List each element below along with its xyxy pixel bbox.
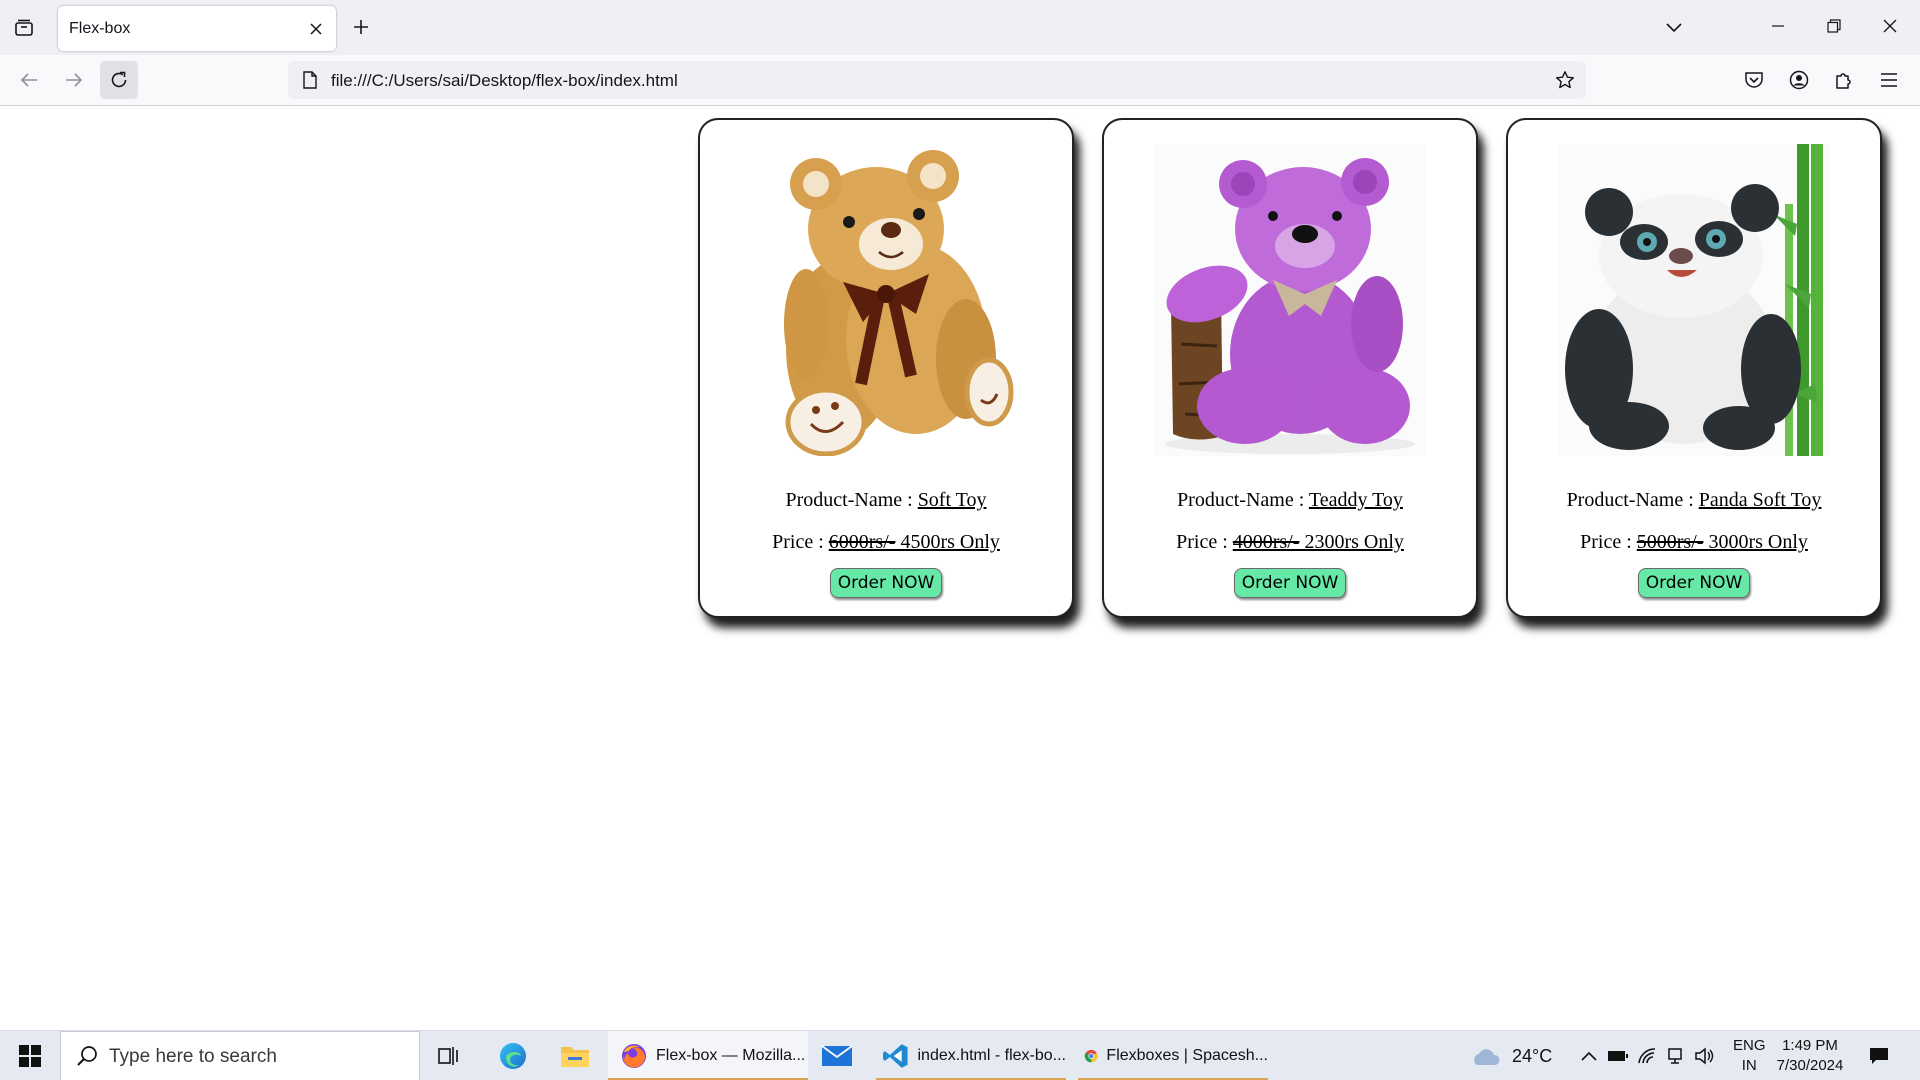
pocket-icon[interactable] (1739, 65, 1769, 95)
tab-list-icon[interactable] (8, 12, 40, 44)
taskbar-app-label: Flex-box — Mozilla... (656, 1047, 806, 1064)
taskbar-search-box[interactable]: Type here to search (60, 1031, 420, 1080)
forward-arrow-icon[interactable] (55, 61, 93, 99)
new-price: 4500rs Only (895, 531, 1000, 553)
product-price: Price : 4000rs/- 2300rs Only (1176, 531, 1404, 553)
taskbar-app-firefox[interactable]: Flex-box — Mozilla... (608, 1031, 808, 1080)
minimize-icon[interactable] (1756, 8, 1800, 44)
tab-strip: Flex-box (0, 0, 1920, 55)
task-view-icon[interactable] (420, 1031, 478, 1080)
product-name: Product-Name : Soft Toy (785, 489, 987, 511)
system-clock[interactable]: 1:49 PM 7/30/2024 (1774, 1036, 1846, 1076)
product-card: Product-Name : Soft Toy Price : 6000rs/-… (698, 118, 1074, 618)
edge-icon[interactable] (484, 1031, 542, 1080)
url-text: file:///C:/Users/sai/Desktop/flex-box/in… (331, 71, 678, 90)
page-content: Product-Name : Soft Toy Price : 6000rs/-… (0, 106, 1920, 1030)
search-icon (75, 1044, 99, 1068)
new-price: 3000rs Only (1703, 531, 1808, 553)
purple-teddy-bear-image (1155, 144, 1425, 456)
product-name: Product-Name : Panda Soft Toy (1566, 489, 1822, 511)
old-price: 6000rs/- (828, 531, 896, 553)
weather-temperature[interactable]: 24°C (1512, 1046, 1552, 1067)
close-window-icon[interactable] (1868, 8, 1912, 44)
close-icon[interactable] (304, 17, 328, 41)
chevron-down-icon[interactable] (1658, 12, 1690, 44)
browser-tab[interactable]: Flex-box (58, 6, 336, 51)
product-name-link[interactable]: Teaddy Toy (1309, 489, 1403, 511)
product-price: Price : 6000rs/- 4500rs Only (772, 531, 1000, 553)
clock-date: 7/30/2024 (1776, 1057, 1844, 1074)
reload-icon[interactable] (100, 61, 138, 99)
battery-icon[interactable] (1605, 1044, 1631, 1068)
file-explorer-icon[interactable] (546, 1031, 604, 1080)
network-icon[interactable] (1663, 1044, 1689, 1068)
account-icon[interactable] (1784, 65, 1814, 95)
clock-time: 1:49 PM (1782, 1037, 1838, 1054)
taskbar-app-chrome[interactable]: Flexboxes | Spacesh... (1078, 1031, 1268, 1080)
back-arrow-icon[interactable] (10, 61, 48, 99)
product-name-link[interactable]: Panda Soft Toy (1699, 489, 1822, 511)
language-indicator[interactable]: ENG IN (1733, 1036, 1766, 1076)
taskbar-app-label: index.html - flex-bo... (917, 1047, 1067, 1064)
taskbar: Type here to search Flex-box — Mozilla..… (0, 1030, 1920, 1080)
notification-icon[interactable] (1864, 1043, 1894, 1069)
page-icon (300, 70, 320, 90)
product-name: Product-Name : Teaddy Toy (1177, 489, 1403, 511)
navigation-toolbar: file:///C:/Users/sai/Desktop/flex-box/in… (0, 55, 1920, 106)
golden-teddy-bear-image (751, 144, 1021, 456)
volume-icon[interactable] (1692, 1044, 1718, 1068)
product-price: Price : 5000rs/- 3000rs Only (1580, 531, 1808, 553)
address-bar[interactable]: file:///C:/Users/sai/Desktop/flex-box/in… (288, 61, 1586, 99)
taskbar-app-vscode[interactable]: index.html - flex-bo... (876, 1031, 1066, 1080)
chevron-up-icon[interactable] (1576, 1044, 1602, 1068)
product-card: Product-Name : Teaddy Toy Price : 4000rs… (1102, 118, 1478, 618)
firefox-icon (622, 1044, 646, 1068)
restore-icon[interactable] (1812, 8, 1856, 44)
order-now-button[interactable]: Order NOW (1234, 568, 1346, 598)
cloud-weather-icon[interactable] (1460, 1031, 1510, 1080)
old-price: 4000rs/- (1232, 531, 1300, 553)
product-card: Product-Name : Panda Soft Toy Price : 50… (1506, 118, 1882, 618)
plus-icon[interactable] (346, 12, 376, 42)
order-now-button[interactable]: Order NOW (1638, 568, 1750, 598)
search-placeholder: Type here to search (109, 1046, 277, 1067)
chrome-icon (1084, 1049, 1098, 1063)
tab-title: Flex-box (69, 20, 131, 37)
menu-icon[interactable] (1874, 65, 1904, 95)
mail-icon[interactable] (808, 1031, 866, 1080)
product-name-link[interactable]: Soft Toy (918, 489, 987, 511)
panda-with-bamboo-image (1559, 144, 1829, 456)
vscode-icon (882, 1044, 908, 1068)
windows-start-icon[interactable] (8, 1036, 52, 1076)
order-now-button[interactable]: Order NOW (830, 568, 942, 598)
wifi-icon[interactable] (1634, 1044, 1660, 1068)
taskbar-app-label: Flexboxes | Spacesh... (1106, 1047, 1268, 1064)
star-icon[interactable] (1552, 67, 1578, 93)
new-price: 2300rs Only (1299, 531, 1404, 553)
extensions-icon[interactable] (1829, 65, 1859, 95)
old-price: 5000rs/- (1636, 531, 1704, 553)
